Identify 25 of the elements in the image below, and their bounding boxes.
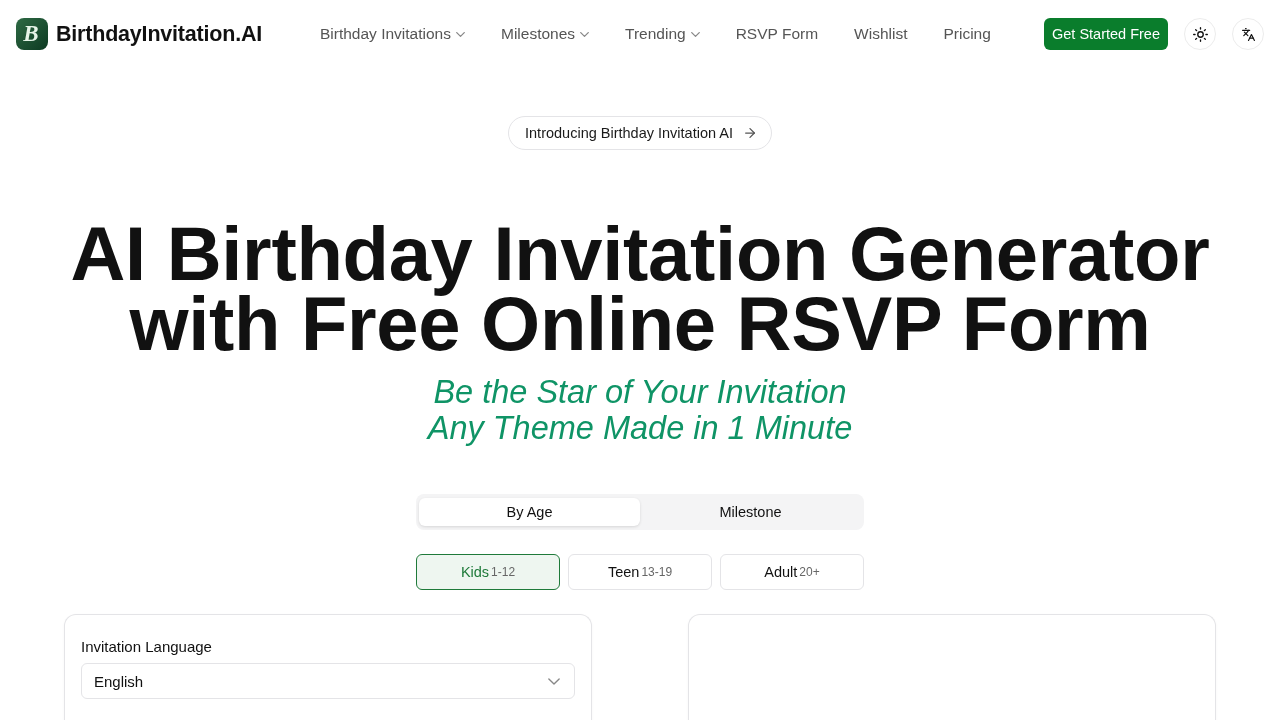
mode-tab[interactable]: By Age — [419, 498, 640, 526]
logo-mark[interactable]: B — [16, 18, 48, 50]
nav-link[interactable]: RSVP Form — [735, 21, 819, 47]
get-started-button[interactable]: Get Started Free — [1044, 18, 1168, 50]
sun-icon — [1192, 26, 1208, 42]
nav-menu[interactable]: Trending — [625, 21, 700, 47]
translate-icon — [1241, 27, 1255, 41]
age-group-button[interactable]: Teen 13-19 — [568, 554, 712, 590]
hero-title: AI Birthday Invitation Generator with Free Online RSVP Form — [70, 219, 1210, 359]
mode-tab[interactable]: Milestone — [640, 498, 861, 526]
nav-menu[interactable]: Milestones — [500, 21, 590, 47]
nav-menu[interactable]: Birthday Invitations — [320, 21, 465, 47]
nav-link[interactable]: Pricing — [943, 21, 991, 47]
theme-toggle-button[interactable] — [1184, 18, 1216, 50]
age-group-button[interactable]: Kids 1-12 — [416, 554, 560, 590]
nav-link[interactable]: Wishlist — [854, 21, 908, 47]
language-select[interactable]: English — [81, 663, 575, 699]
hero-tagline: Be the Star of Your Invitation Any Theme Made in 1 Minute — [427, 374, 853, 446]
brand-name[interactable]: BirthdayInvitation.AI — [56, 21, 263, 47]
announcement-pill[interactable]: Introducing Birthday Invitation AI — [508, 116, 772, 150]
arrow-right-icon — [745, 128, 755, 138]
chevron-down-icon — [548, 677, 560, 685]
field-label: Invitation Language — [81, 637, 212, 657]
age-group-button[interactable]: Adult 20+ — [720, 554, 864, 590]
language-button[interactable] — [1232, 18, 1264, 50]
